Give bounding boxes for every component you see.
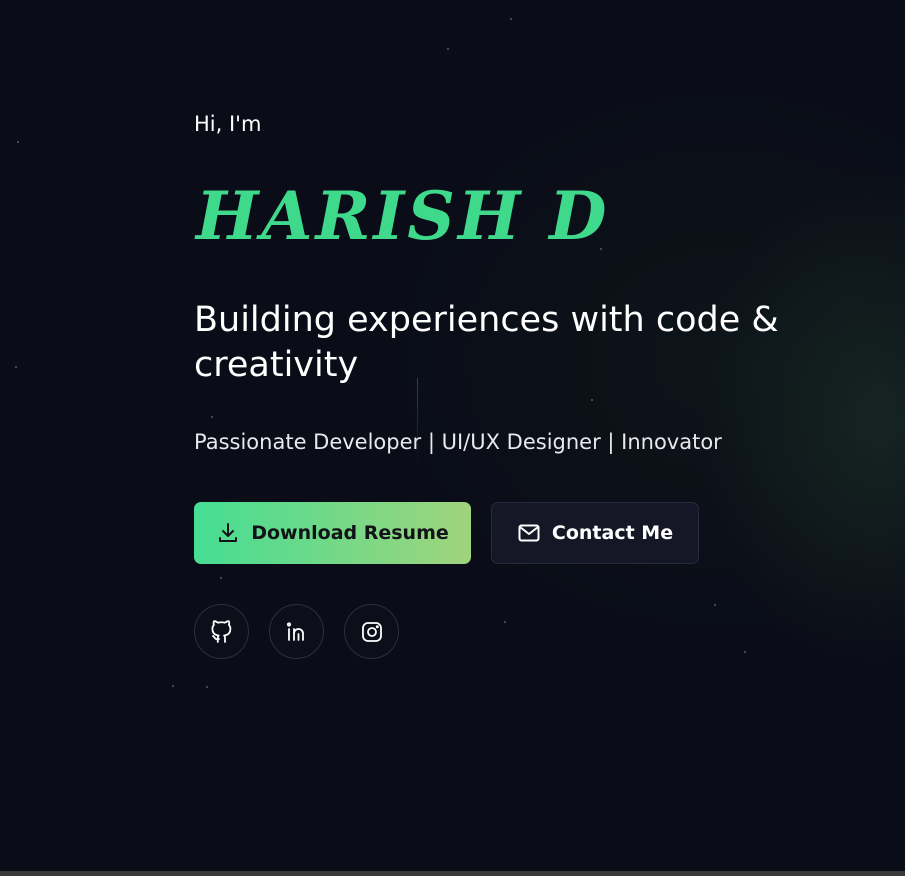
star-dot bbox=[591, 399, 593, 401]
social-links bbox=[194, 604, 399, 659]
instagram-icon bbox=[361, 621, 382, 642]
star-dot bbox=[15, 366, 17, 368]
contact-me-button[interactable]: Contact Me bbox=[491, 502, 699, 564]
github-link[interactable] bbox=[194, 604, 249, 659]
linkedin-link[interactable] bbox=[269, 604, 324, 659]
bottom-scrollbar-strip bbox=[0, 871, 905, 876]
contact-me-label: Contact Me bbox=[551, 522, 674, 544]
page: Hi, I'm HARISH D Building experiences wi… bbox=[0, 0, 905, 876]
star-dot bbox=[17, 141, 19, 143]
github-icon bbox=[211, 619, 231, 643]
download-resume-label: Download Resume bbox=[251, 522, 449, 544]
download-resume-button[interactable]: Download Resume bbox=[194, 502, 471, 564]
hero-name: HARISH D bbox=[196, 177, 610, 255]
star-dot bbox=[172, 685, 174, 687]
star-dot bbox=[211, 416, 213, 418]
instagram-link[interactable] bbox=[344, 604, 399, 659]
hero-roles: Passionate Developer | UI/UX Designer | … bbox=[194, 430, 722, 454]
star-dot bbox=[220, 577, 222, 579]
greeting-text: Hi, I'm bbox=[194, 112, 262, 136]
star-dot bbox=[447, 48, 449, 50]
hero-tagline: Building experiences with code & creativ… bbox=[194, 300, 779, 385]
star-dot bbox=[714, 604, 716, 606]
linkedin-icon bbox=[286, 621, 304, 641]
mail-icon bbox=[517, 521, 541, 545]
download-icon bbox=[216, 521, 240, 545]
star-dot bbox=[510, 18, 512, 20]
star-dot bbox=[206, 686, 208, 688]
shooting-star-streak bbox=[417, 378, 418, 468]
star-dot bbox=[744, 651, 746, 653]
star-dot bbox=[504, 621, 506, 623]
